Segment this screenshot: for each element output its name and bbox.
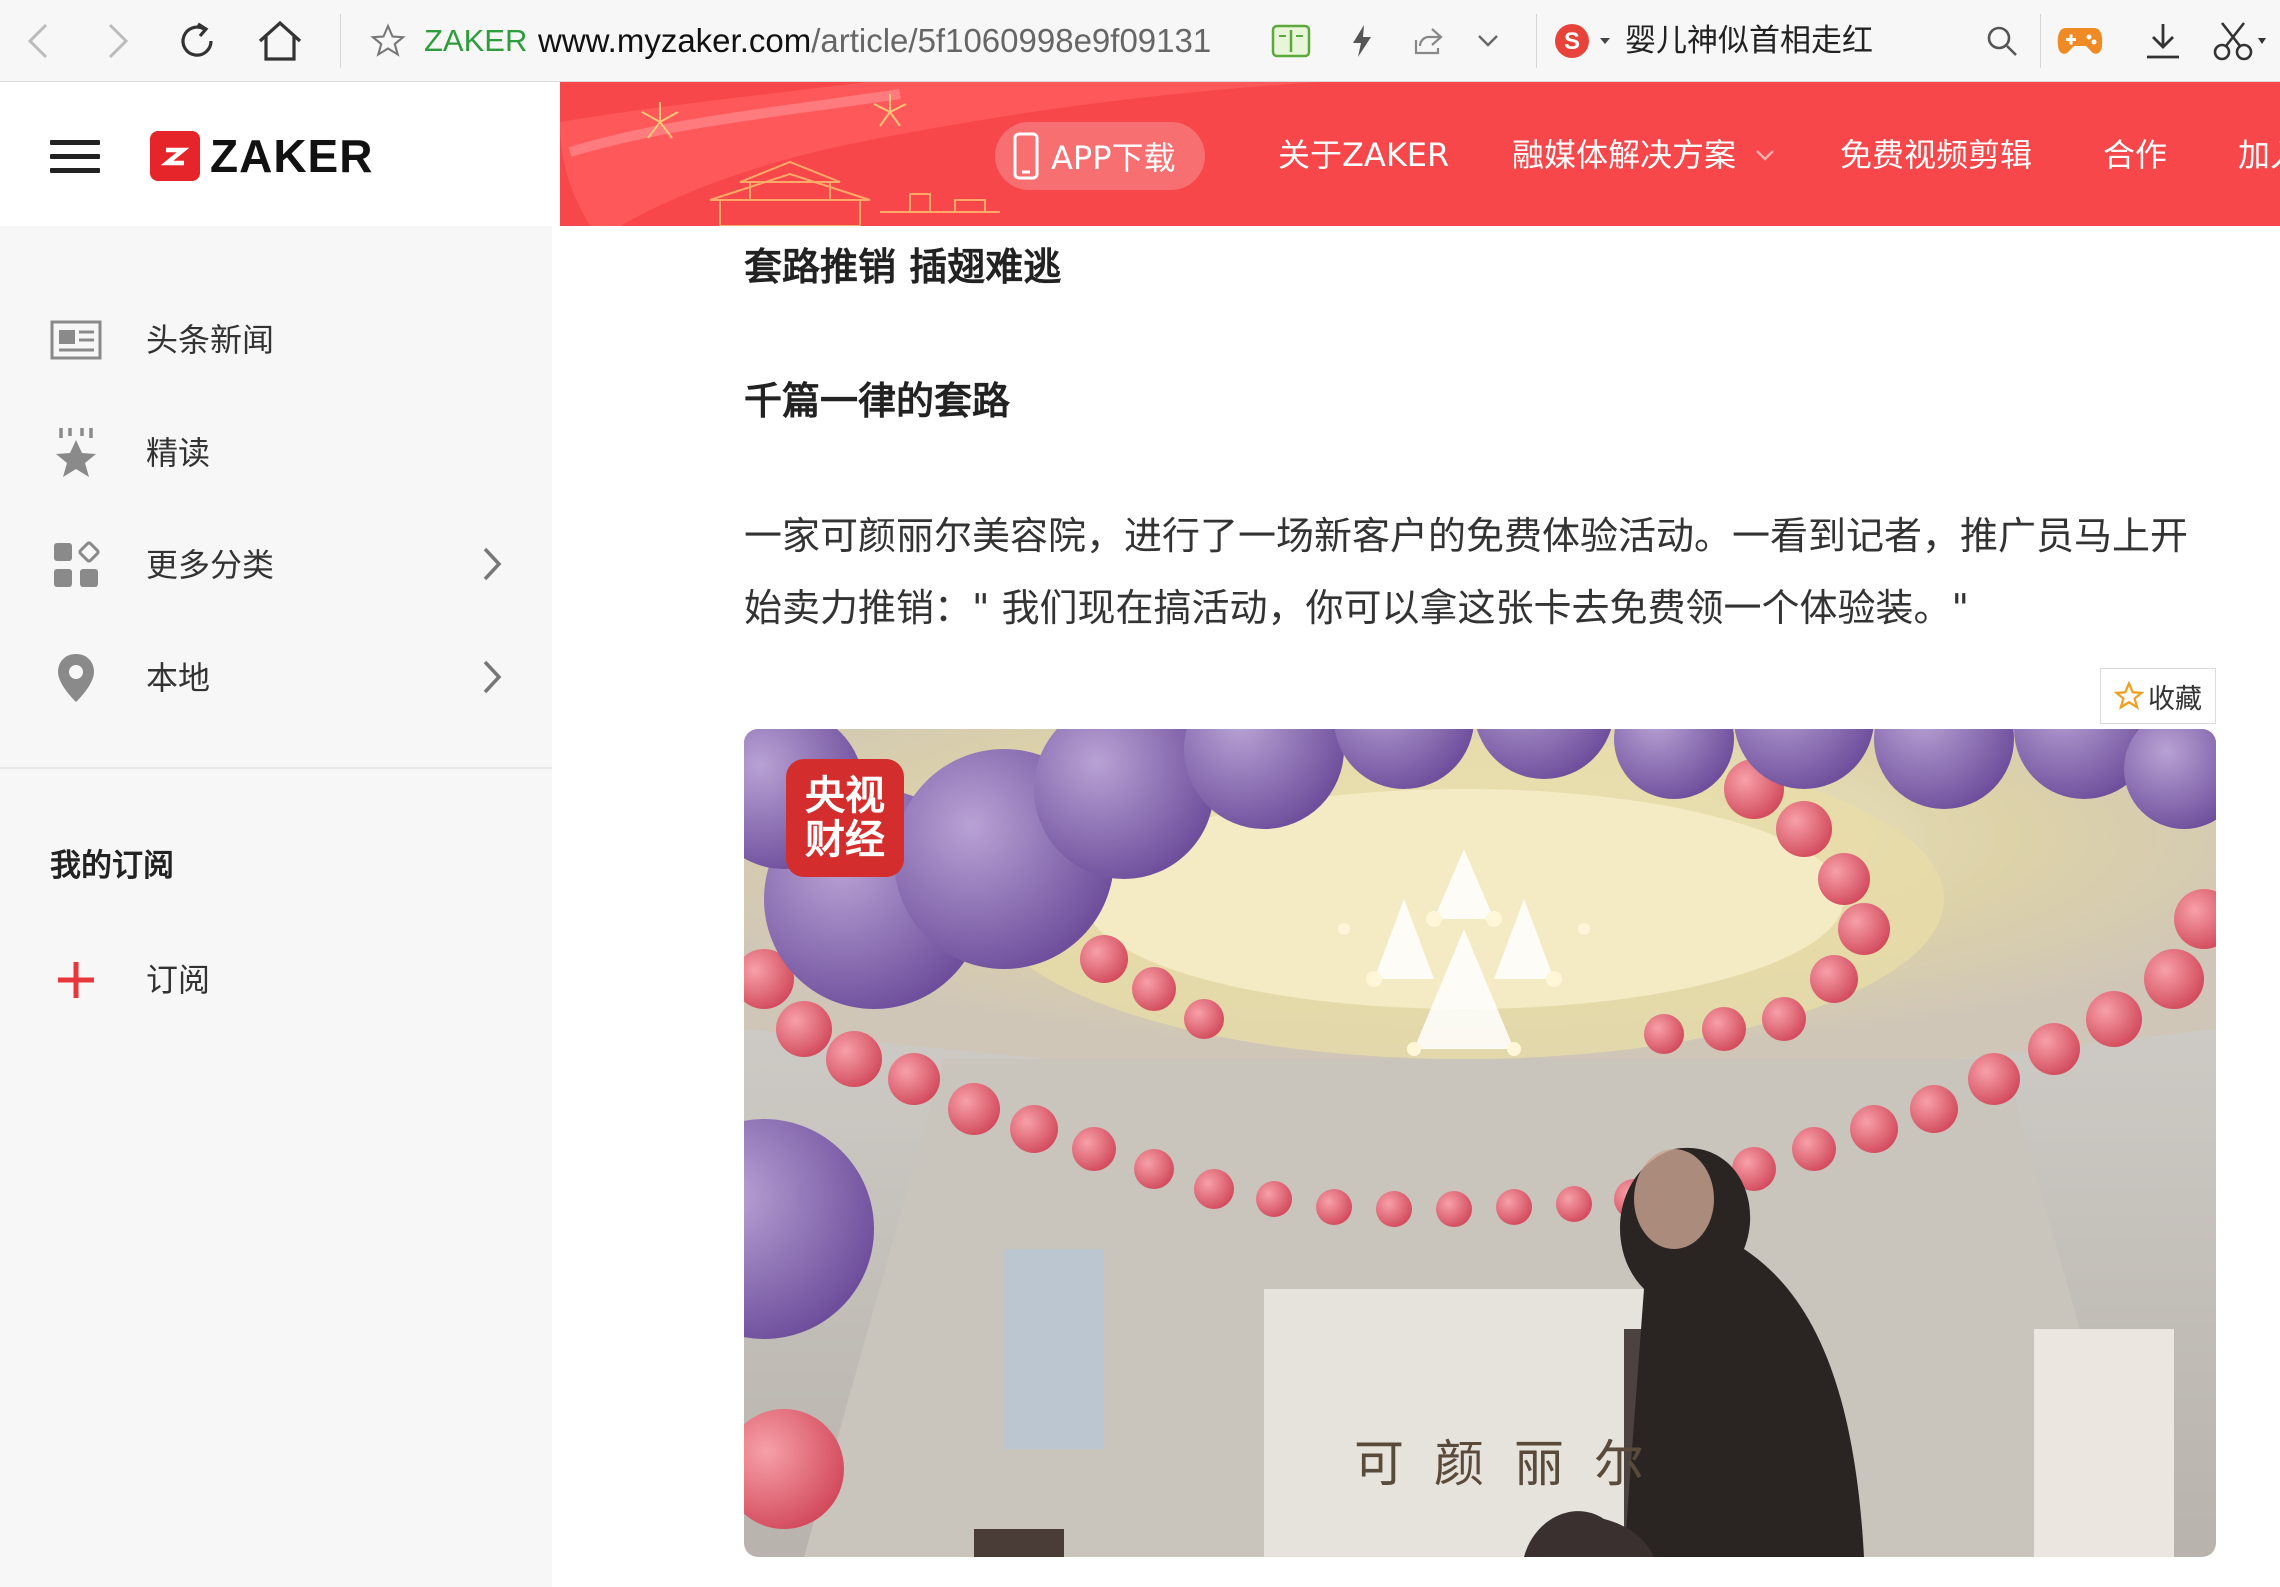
star-icon bbox=[2114, 681, 2144, 710]
nav-about[interactable]: 关于ZAKER bbox=[1278, 132, 1449, 178]
nav-cooperation[interactable]: 合作 bbox=[2103, 132, 2167, 178]
sidebar-item-label: 本地 bbox=[146, 659, 211, 697]
menu-hamburger-icon[interactable] bbox=[50, 140, 100, 174]
scissors-icon[interactable] bbox=[2210, 0, 2270, 82]
grid-icon bbox=[48, 537, 104, 593]
logo-text: ZAKER bbox=[210, 130, 374, 182]
newspaper-icon bbox=[48, 312, 104, 368]
sidebar-item-label: 精读 bbox=[146, 434, 211, 472]
search-suggestion-text[interactable]: 婴儿神似首相走红 bbox=[1625, 20, 1873, 62]
badge-line-2: 财经 bbox=[805, 817, 885, 863]
browser-toolbar: ZAKER www.myzaker.com/article/5f1060998e… bbox=[0, 0, 2280, 82]
festive-ribbon-decoration bbox=[560, 82, 1320, 226]
sidebar-item-headlines[interactable]: 头条新闻 bbox=[0, 298, 552, 378]
url-site-name: ZAKER bbox=[424, 23, 528, 58]
salon-signage-text: 可颜丽尔 bbox=[1354, 1435, 1674, 1493]
svg-text:S: S bbox=[1564, 28, 1580, 55]
sidebar-item-local[interactable]: 本地 bbox=[0, 636, 552, 716]
phone-icon bbox=[1013, 132, 1039, 180]
subscribe-button[interactable]: 订阅 bbox=[0, 938, 552, 1018]
sidebar-item-label: 更多分类 bbox=[146, 546, 275, 584]
nav-media-solutions[interactable]: 融媒体解决方案 bbox=[1512, 132, 1736, 178]
nav-join-clip: 加入 bbox=[2238, 132, 2280, 178]
location-pin-icon bbox=[48, 650, 104, 706]
my-subscriptions-heading: 我的订阅 bbox=[50, 848, 174, 884]
lightning-icon[interactable] bbox=[1344, 0, 1380, 82]
star-badge-icon bbox=[48, 425, 104, 481]
cctv-finance-badge: 央视 财经 bbox=[786, 759, 904, 877]
search-icon[interactable] bbox=[1982, 0, 2022, 82]
reload-icon[interactable] bbox=[172, 0, 222, 82]
favorite-label: 收藏 bbox=[2148, 683, 2202, 715]
back-icon[interactable] bbox=[16, 0, 60, 82]
address-bar[interactable]: www.myzaker.com/article/5f1060998e9f0913… bbox=[538, 20, 1211, 62]
article-subtitle: 千篇一律的套路 bbox=[744, 379, 1011, 423]
reader-mode-icon[interactable] bbox=[1268, 0, 1314, 82]
sidebar-item-more-categories[interactable]: 更多分类 bbox=[0, 523, 552, 603]
sidebar-item-featured[interactable]: 精读 bbox=[0, 411, 552, 491]
section-title: 套路推销 插翅难逃 bbox=[744, 245, 1062, 289]
sidebar: 头条新闻 精读 更多分类 本地 我的订阅 订阅 bbox=[0, 226, 552, 1587]
chevron-down-icon[interactable] bbox=[1470, 0, 1506, 82]
sidebar-item-label: 头条新闻 bbox=[146, 321, 275, 359]
game-controller-icon[interactable] bbox=[2052, 0, 2108, 82]
article-paragraph: 一家可颜丽尔美容院，进行了一场新客户的免费体验活动。一看到记者，推广员马上开始卖… bbox=[744, 514, 2189, 630]
url-domain: www.myzaker.com bbox=[538, 22, 812, 59]
plus-icon bbox=[48, 952, 104, 1008]
nav-video-editing[interactable]: 免费视频剪辑 bbox=[1840, 132, 2032, 178]
subscribe-label: 订阅 bbox=[146, 961, 211, 999]
share-icon[interactable] bbox=[1408, 0, 1448, 82]
url-path: /article/5f1060998e9f09131 bbox=[811, 22, 1212, 59]
app-download-button[interactable]: APP下载 bbox=[995, 122, 1205, 190]
favorite-button[interactable]: 收藏 bbox=[2100, 668, 2216, 724]
chevron-right-icon bbox=[483, 547, 502, 581]
zaker-logo[interactable]: ZAKER bbox=[150, 128, 373, 184]
article-photo[interactable]: 央视 财经 可颜丽尔 bbox=[744, 729, 2216, 1557]
download-icon[interactable] bbox=[2138, 0, 2188, 82]
bookmark-star-icon[interactable] bbox=[368, 0, 408, 82]
home-icon[interactable] bbox=[252, 0, 308, 82]
badge-line-1: 央视 bbox=[805, 773, 885, 819]
chevron-down-icon[interactable] bbox=[1754, 148, 1776, 162]
sidebar-divider bbox=[0, 767, 552, 769]
forward-icon[interactable] bbox=[96, 0, 140, 82]
nav-join[interactable]: 加入 bbox=[2238, 132, 2280, 178]
zaker-logo-mark bbox=[150, 131, 200, 181]
search-engine-icon[interactable]: S bbox=[1548, 0, 1618, 82]
app-download-label: APP下载 bbox=[1051, 139, 1176, 177]
chevron-right-icon bbox=[483, 660, 502, 694]
